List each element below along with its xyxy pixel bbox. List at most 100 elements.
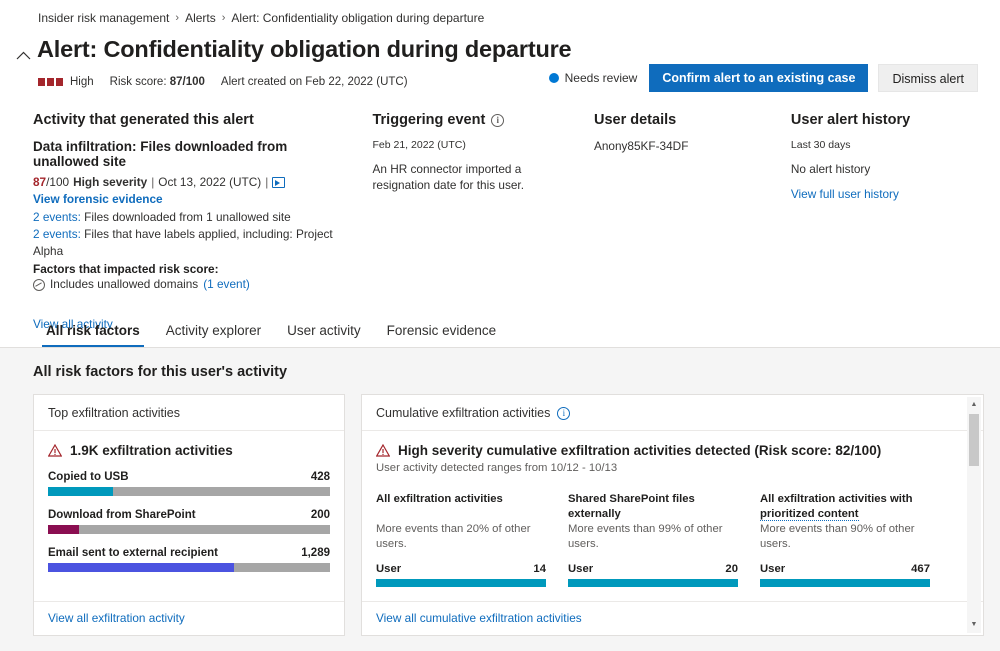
user-id-value: Anony85KF-34DF <box>594 139 775 153</box>
metric-row-label: User <box>568 563 593 575</box>
tab-bar: All risk factors Activity explorer User … <box>0 315 509 347</box>
prioritized-content-tooltip-term[interactable]: prioritized content <box>760 508 859 521</box>
metric-track <box>376 579 546 587</box>
card-header: Top exfiltration activities <box>34 395 344 431</box>
tab-activity-explorer[interactable]: Activity explorer <box>153 315 274 347</box>
info-icon[interactable]: i <box>557 407 570 420</box>
breadcrumb-item-2[interactable]: Alert: Confidentiality obligation during… <box>231 11 484 25</box>
metric-prioritized-content: All exfiltration activities with priorit… <box>760 492 930 601</box>
triggering-event-date: Feb 21, 2022 (UTC) <box>372 139 578 151</box>
triggering-event-column: Triggering event i Feb 21, 2022 (UTC) An… <box>372 112 594 331</box>
page-title: Alert: Confidentiality obligation during… <box>37 32 571 66</box>
bar-fill <box>48 563 234 572</box>
bar-label: Email sent to external recipient <box>48 547 218 559</box>
metric-row-value: 14 <box>533 563 546 575</box>
tab-all-risk-factors[interactable]: All risk factors <box>33 315 153 347</box>
user-alert-history-column: User alert history Last 30 days No alert… <box>791 112 978 331</box>
bar-track <box>48 563 330 572</box>
confirm-alert-button[interactable]: Confirm alert to an existing case <box>649 64 868 92</box>
metric-row-value: 467 <box>911 563 930 575</box>
globe-icon <box>33 279 45 291</box>
activity-score-suffix: /100 <box>46 174 69 191</box>
factor-row: Includes unallowed domains (1 event) <box>33 276 356 293</box>
vertical-scrollbar[interactable]: ▲ ▼ <box>967 397 981 633</box>
scrollbar-thumb[interactable] <box>969 414 979 466</box>
view-all-exfiltration-activity-link[interactable]: View all exfiltration activity <box>48 611 185 625</box>
divider: | <box>151 174 154 191</box>
activity-title: Data infiltration: Files downloaded from… <box>33 139 356 169</box>
severity-indicator: High <box>38 76 94 88</box>
factor-text: Includes unallowed domains <box>50 276 198 293</box>
bar-track <box>48 487 330 496</box>
breadcrumb-item-0[interactable]: Insider risk management <box>38 11 169 25</box>
breadcrumb-item-1[interactable]: Alerts <box>185 11 216 25</box>
metric-row-label: User <box>376 563 401 575</box>
triggering-event-description: An HR connector imported a resignation d… <box>372 161 578 193</box>
card-footer: View all cumulative exfiltration activit… <box>362 601 983 635</box>
metric-fill <box>760 579 930 587</box>
risk-score-label: Risk score: <box>110 76 167 88</box>
view-all-cumulative-exfiltration-link[interactable]: View all cumulative exfiltration activit… <box>376 611 582 625</box>
dismiss-alert-button[interactable]: Dismiss alert <box>878 64 978 92</box>
bar-value: 200 <box>311 509 330 521</box>
top-exfiltration-card: Top exfiltration activities 1.9K exfiltr… <box>33 394 345 636</box>
warning-triangle-icon <box>48 445 62 457</box>
activity-score-line: 87 /100 High severity | Oct 13, 2022 (UT… <box>33 174 356 208</box>
chevron-up-icon[interactable] <box>12 40 34 70</box>
view-forensic-evidence-link[interactable]: View forensic evidence <box>33 191 163 208</box>
metric-title: Shared SharePoint files externally <box>568 492 738 522</box>
video-evidence-icon <box>272 177 285 188</box>
metric-title: All exfiltration activities with priorit… <box>760 492 930 522</box>
metric-subtitle: More events than 90% of other users. <box>760 522 930 552</box>
metric-shared-sharepoint: Shared SharePoint files externally More … <box>568 492 738 601</box>
event-count-link[interactable]: 2 events: <box>33 227 81 241</box>
summary-columns: Activity that generated this alert Data … <box>0 88 1000 331</box>
scroll-up-arrow-icon[interactable]: ▲ <box>971 397 978 413</box>
section-title: All risk factors for this user's activit… <box>0 364 1000 380</box>
history-status: No alert history <box>791 162 962 176</box>
tab-user-activity[interactable]: User activity <box>274 315 374 347</box>
scroll-down-arrow-icon[interactable]: ▼ <box>971 617 978 633</box>
range-text: User activity detected ranges from 10/12… <box>376 462 969 474</box>
card-header: Cumulative exfiltration activities i <box>362 395 983 431</box>
status-badge: Needs review <box>549 71 638 85</box>
warning-triangle-icon <box>376 445 390 457</box>
bar-fill <box>48 525 79 534</box>
factor-event-link[interactable]: (1 event) <box>203 276 250 293</box>
bar-value: 428 <box>311 471 330 483</box>
severity-bars-icon <box>38 78 63 86</box>
user-details-column: User details Anony85KF-34DF <box>594 112 791 331</box>
event-line: 2 events: Files downloaded from 1 unallo… <box>33 209 356 226</box>
bar-value: 1,289 <box>301 547 330 559</box>
warning-heading: 1.9K exfiltration activities <box>48 443 330 458</box>
bar-label: Copied to USB <box>48 471 129 483</box>
alert-created-text: Alert created on Feb 22, 2022 (UTC) <box>221 76 408 88</box>
main-content: All risk factors for this user's activit… <box>0 348 1000 651</box>
warning-title: 1.9K exfiltration activities <box>70 443 233 458</box>
info-icon[interactable]: i <box>491 114 504 127</box>
event-count-link[interactable]: 2 events: <box>33 210 81 224</box>
risk-score-value: 87/100 <box>170 76 205 88</box>
card-body: High severity cumulative exfiltration ac… <box>362 431 983 601</box>
activity-date: Oct 13, 2022 (UTC) <box>158 174 261 191</box>
view-full-user-history-link[interactable]: View full user history <box>791 187 962 201</box>
metrics-row: All exfiltration activities More events … <box>376 492 969 601</box>
warning-heading: High severity cumulative exfiltration ac… <box>376 443 969 458</box>
bar-item: Email sent to external recipient 1,289 <box>48 547 330 572</box>
bar-track <box>48 525 330 534</box>
metric-title: All exfiltration activities <box>376 492 546 522</box>
warning-title: High severity cumulative exfiltration ac… <box>398 443 881 458</box>
metric-row-value: 20 <box>725 563 738 575</box>
breadcrumb-separator: › <box>175 12 179 24</box>
title-row: Alert: Confidentiality obligation during… <box>0 26 1000 70</box>
event-line: 2 events: Files that have labels applied… <box>33 226 356 260</box>
history-range: Last 30 days <box>791 139 962 151</box>
tab-forensic-evidence[interactable]: Forensic evidence <box>374 315 510 347</box>
user-details-heading: User details <box>594 112 775 128</box>
metric-subtitle: More events than 20% of other users. <box>376 522 546 552</box>
activity-severity: High severity <box>73 174 147 191</box>
header-actions: Needs review Confirm alert to an existin… <box>549 64 978 92</box>
severity-label: High <box>70 76 94 88</box>
metric-fill <box>568 579 738 587</box>
alert-header-region: Insider risk management › Alerts › Alert… <box>0 0 1000 348</box>
